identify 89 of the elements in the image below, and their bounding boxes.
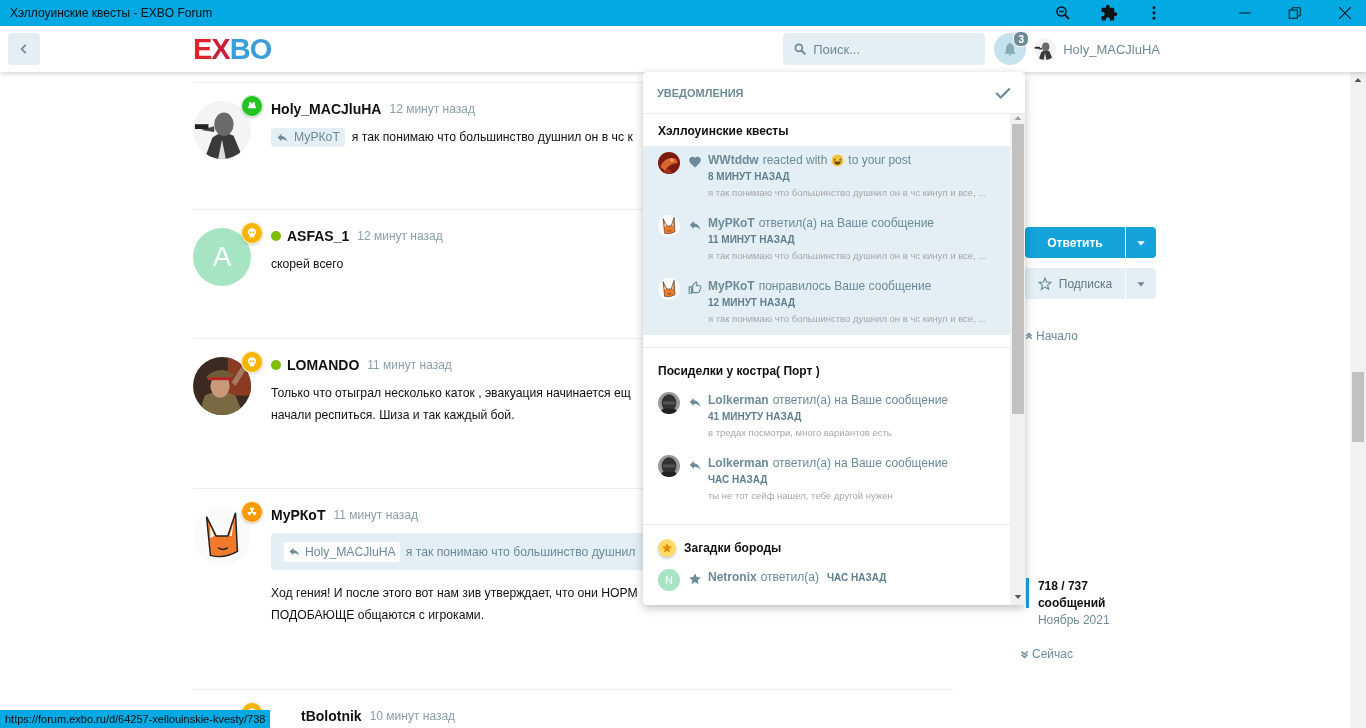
quote-text: я так понимаю что большинство душнил [405, 544, 636, 559]
search-field[interactable]: Поиск... [783, 33, 986, 65]
notification-user[interactable]: Lolkerman [708, 456, 769, 470]
scroll-up-icon[interactable] [1354, 76, 1362, 84]
exbo-logo[interactable]: EXBO [193, 34, 272, 64]
notifications-title: УВЕДОМЛЕНИЯ [657, 86, 744, 99]
notification-excerpt: я так понимаю что большинство душнил он в чс кинул и все, ... [708, 250, 988, 261]
avatar: A [193, 228, 251, 286]
notification-user[interactable]: Lolkerman [708, 393, 769, 407]
notification-action: to your post [848, 153, 912, 167]
notification-item[interactable]: WWtddw reacted with to your post 8 МИНУТ НАЗАД я так понимаю что большинство душнил он в чс кинул и все, ... [643, 146, 1010, 209]
post-time[interactable]: 10 минут назад [369, 709, 456, 723]
notification-excerpt: я так понимаю что большинство душнил он в чс кинул и все, ... [708, 187, 988, 198]
post-text: Ход гения! И после этого вот нам зив утверждает, что они НОРМ [271, 585, 638, 602]
double-chevron-down-icon [1020, 649, 1029, 659]
author-name[interactable]: МуРКоТ [271, 507, 326, 523]
avatar: N [658, 569, 680, 591]
scrollbar-thumb[interactable] [1011, 124, 1024, 414]
discussion-title[interactable]: Загадки бороды [684, 541, 782, 555]
thumbs-up-icon [688, 281, 702, 295]
notification-user[interactable]: МуРКоТ [708, 279, 755, 293]
notification-user[interactable]: Netronix [708, 570, 757, 584]
post-text: Только что отыграл несколько каток , эвакуация начинается ещ [271, 385, 631, 402]
reply-arrow-icon [688, 218, 702, 232]
notification-time: 8 МИНУТ НАЗАД [708, 171, 791, 182]
notification-count: 3 [1013, 31, 1030, 47]
now-link[interactable]: Сейчас [1020, 647, 1073, 661]
notification-item[interactable]: МуРКоТ ответил(а) на Ваше сообщение 11 МИНУТ НАЗАД я так понимаю что большинство душнил он в чс кинул и все, ... [643, 209, 1010, 272]
quoted-author-link[interactable]: Holy_MACJluHA [284, 541, 400, 562]
subscribe-button[interactable]: Подписка [1025, 268, 1125, 299]
post-text: начали респиться. Шиза и так каждый бой. [271, 407, 515, 424]
discussion-title[interactable]: Посиделки у костра( Порт ) [658, 364, 820, 378]
notification-excerpt: ты не тот сейф нашел, тебе другой нужен [708, 490, 894, 501]
post-time[interactable]: 11 минут назад [333, 508, 418, 522]
discussion-title[interactable]: Хэллоуинские квесты [658, 124, 789, 138]
reply-mention[interactable]: МуРКоТ [271, 127, 345, 147]
author-name[interactable]: Holy_MACJluHA [271, 101, 382, 117]
post-count: 718 / 737 сообщений [1037, 578, 1107, 612]
notification-item[interactable]: N Netronix ответил(а) ЧАС НАЗАД [643, 563, 1010, 597]
post-time[interactable]: 12 минут назад [389, 102, 475, 116]
notification-time: 11 МИНУТ НАЗАД [708, 234, 796, 245]
restore-icon[interactable] [1288, 6, 1302, 20]
scrubber-handle[interactable] [1026, 578, 1029, 608]
link-preview-tooltip: https://forum.exbo.ru/d/64257-xellouinskie-kvesty/738 [0, 710, 271, 728]
notification-time: ЧАС НАЗАД [708, 474, 769, 485]
notification-action: reacted with [762, 153, 828, 167]
notification-action: понравилось Ваше сообщение [758, 279, 932, 293]
scroll-down-icon[interactable] [1013, 593, 1022, 601]
double-chevron-up-icon [1025, 332, 1033, 340]
reply-button[interactable]: Ответить [1025, 227, 1125, 258]
star-outline-icon [1037, 276, 1052, 291]
notification-action: ответил(а) [760, 570, 819, 584]
user-menu[interactable]: Holy_MACJluHA [1034, 38, 1160, 60]
notification-action: ответил(а) на Ваше сообщение [772, 393, 949, 407]
notification-time: 12 МИНУТ НАЗАД [708, 297, 797, 308]
puzzle-icon[interactable] [1100, 4, 1118, 22]
scrollbar-thumb[interactable] [1352, 372, 1364, 442]
search-icon [793, 42, 808, 56]
notification-item[interactable]: Lolkerman ответил(а) на Ваше сообщение 41 МИНУТУ НАЗАД в тредах посмотри, много вариантов есть [643, 386, 1010, 449]
post-text: я так понимаю что большинство душнил он в чс к [351, 129, 633, 146]
reply-arrow-icon [688, 395, 702, 409]
notifications-button[interactable]: 3 [994, 33, 1027, 65]
notification-user[interactable]: МуРКоТ [708, 216, 755, 230]
notification-excerpt: я так понимаю что большинство душнил он в чс кинул и все, ... [708, 313, 988, 324]
notification-time: 41 МИНУТУ НАЗАД [708, 411, 803, 422]
notification-action: ответил(а) на Ваше сообщение [772, 456, 949, 470]
start-link[interactable]: Начало [1025, 329, 1078, 343]
author-name[interactable]: LOMANDO [287, 357, 360, 373]
heart-icon [688, 155, 702, 169]
notification-item[interactable]: МуРКоТ понравилось Ваше сообщение 12 МИНУТ НАЗАД я так понимаю что большинство душнил он в чс кинул и все, ... [643, 272, 1010, 335]
post-text: скорей всего [271, 256, 344, 273]
reply-options-button[interactable] [1126, 227, 1156, 258]
close-icon[interactable] [1338, 6, 1352, 20]
author-name[interactable]: tBolotnik [301, 708, 362, 724]
notification-excerpt: в тредах посмотри, много вариантов есть [708, 427, 893, 438]
scrubber-date: Ноябрь 2021 [1037, 612, 1111, 629]
star-icon [688, 572, 702, 586]
post-text: ПОДОБАЮЩЕ общаются с игроками. [271, 607, 485, 624]
window-title: Хэллоуинские квесты - EXBO Forum [9, 6, 214, 20]
post-time[interactable]: 11 минут назад [367, 358, 452, 372]
notification-action: ответил(а) на Ваше сообщение [758, 216, 934, 230]
author-name[interactable]: ASFAS_1 [287, 228, 350, 244]
notification-item[interactable]: Lolkerman ответил(а) на Ваше сообщение ЧАС НАЗАД ты не тот сейф нашел, тебе другой нужен [643, 449, 1010, 512]
laughing-face-icon [831, 153, 845, 167]
notification-time: ЧАС НАЗАД [827, 571, 887, 583]
zoom-out-icon[interactable] [1054, 4, 1072, 22]
notification-user[interactable]: WWtddw [708, 153, 759, 167]
post-time[interactable]: 12 минут назад [357, 229, 443, 243]
reply-arrow-icon [688, 458, 702, 472]
